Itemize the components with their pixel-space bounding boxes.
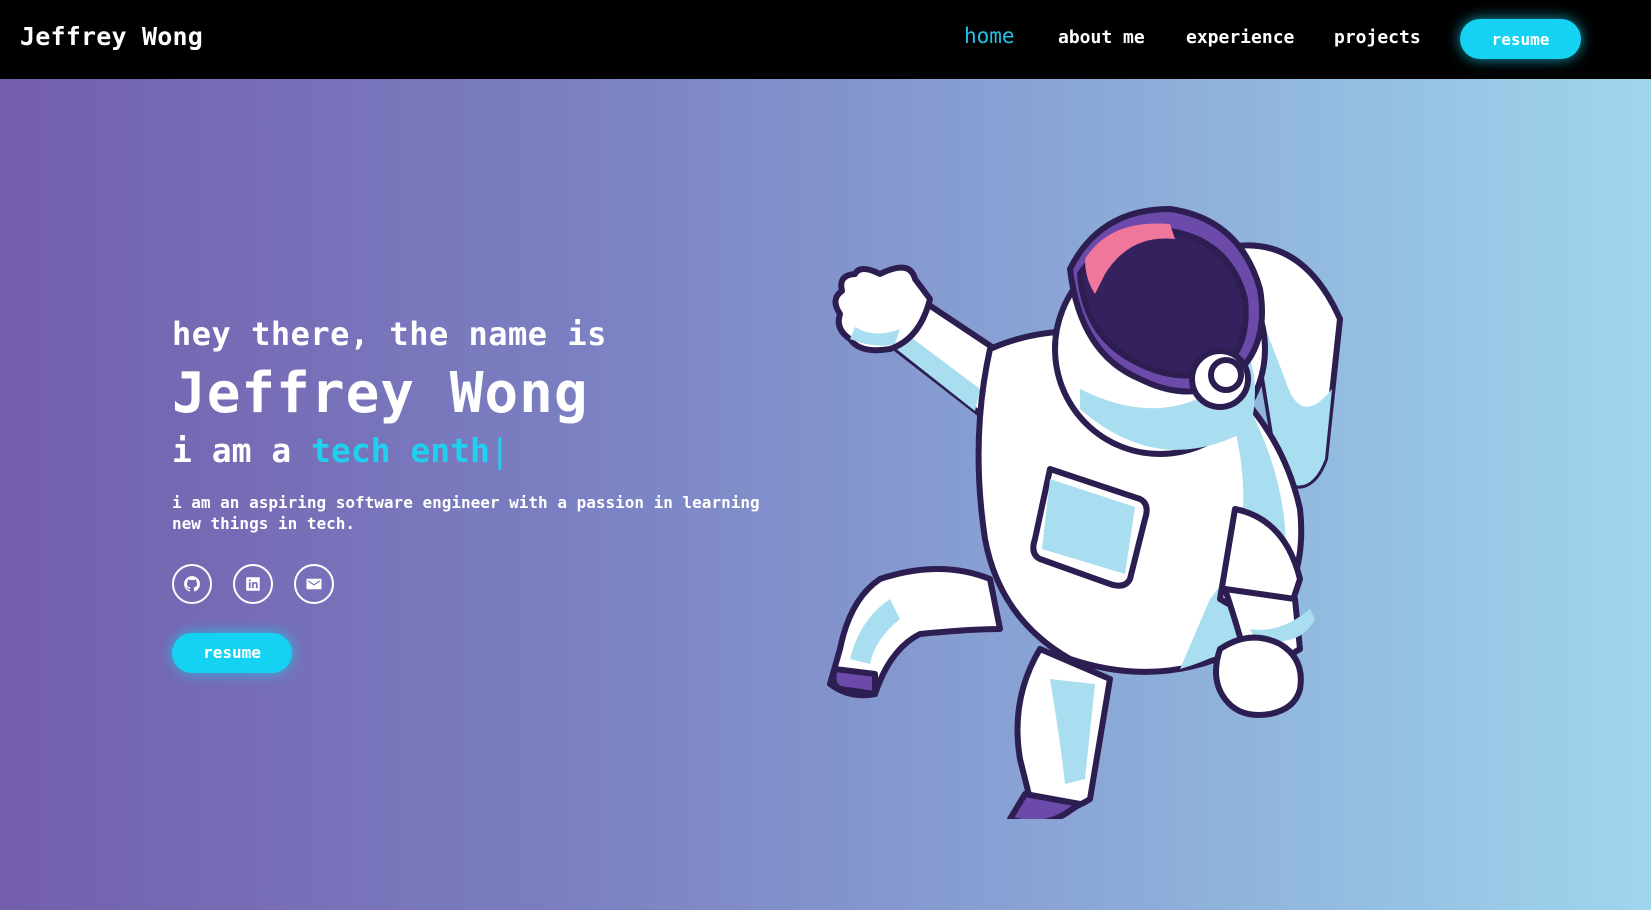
github-link[interactable] [172, 563, 212, 604]
email-link[interactable] [294, 563, 334, 604]
typing-prefix: i am a [172, 430, 292, 470]
typing-cursor: | [489, 430, 510, 470]
hero-text: hey there, the name is Jeffrey Wong i am… [172, 315, 792, 673]
nav-link-home[interactable]: home [964, 24, 1015, 48]
nav-resume-button[interactable]: resume [1460, 19, 1581, 59]
linkedin-link[interactable] [233, 563, 273, 604]
nav-links: home about me experience projects [0, 0, 1651, 79]
nav-link-about-me[interactable]: about me [1058, 27, 1145, 48]
github-icon [184, 575, 200, 592]
nav-link-experience[interactable]: experience [1186, 27, 1294, 48]
navbar: Jeffrey Wong home about me experience pr… [0, 0, 1651, 79]
hero-tagline: i am an aspiring software engineer with … [172, 492, 760, 533]
hero-greeting: hey there, the name is [172, 315, 607, 353]
typing-line: i am a tech enth| [172, 431, 792, 470]
nav-link-projects[interactable]: projects [1334, 27, 1421, 48]
typing-text: tech enth [311, 430, 490, 470]
hero-section: hey there, the name is Jeffrey Wong i am… [0, 79, 1651, 910]
hero-name: Jeffrey Wong [172, 361, 589, 426]
social-links [172, 563, 792, 604]
hero-resume-button[interactable]: resume [172, 632, 292, 673]
astronaut-illustration [827, 206, 1343, 819]
mail-icon [306, 578, 322, 589]
linkedin-icon [246, 576, 260, 591]
